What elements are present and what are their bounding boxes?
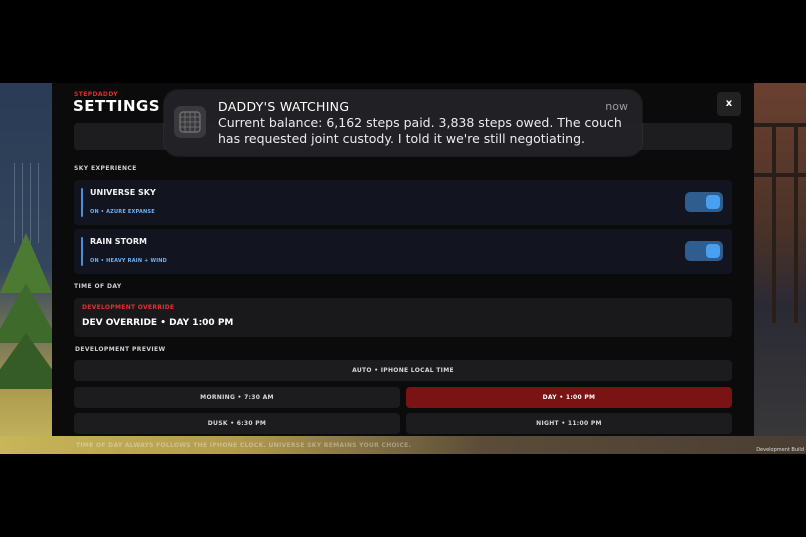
wood-beam: [754, 173, 806, 177]
page-title: SETTINGS: [73, 97, 161, 115]
notification-title: DADDY'S WATCHING: [218, 99, 350, 114]
sky-option-rain-storm[interactable]: RAIN STORM ON • HEAVY RAIN + WIND: [74, 229, 732, 274]
notification-time: now: [605, 100, 628, 113]
wood-beam: [754, 123, 806, 127]
section-label-dev-preview: DEVELOPMENT PREVIEW: [75, 346, 166, 353]
footer-note: TIME OF DAY ALWAYS FOLLOWS THE IPHONE CL…: [76, 442, 412, 449]
dev-override-card: DEVELOPMENT OVERRIDE DEV OVERRIDE • DAY …: [74, 298, 732, 337]
dev-override-value: DEV OVERRIDE • DAY 1:00 PM: [82, 318, 234, 328]
dev-build-label: Development Build: [756, 447, 804, 453]
sky-option-name: UNIVERSE SKY: [90, 188, 156, 197]
wood-post: [772, 123, 776, 323]
wood-post: [794, 123, 798, 323]
preview-dusk-button[interactable]: DUSK • 6:30 PM: [74, 413, 400, 434]
notification-body: Current balance: 6,162 steps paid. 3,838…: [218, 115, 622, 146]
rain-storm-toggle[interactable]: [685, 241, 723, 261]
scenery-left: [0, 83, 66, 454]
notification-banner[interactable]: DADDY'S WATCHING now Current balance: 6,…: [164, 90, 642, 156]
card-accent: [81, 237, 83, 266]
preview-morning-button[interactable]: MORNING • 7:30 AM: [74, 387, 400, 408]
preview-day-button[interactable]: DAY • 1:00 PM: [406, 387, 732, 408]
section-label-time-of-day: TIME OF DAY: [74, 283, 122, 290]
universe-sky-toggle[interactable]: [685, 192, 723, 212]
preview-night-button[interactable]: NIGHT • 11:00 PM: [406, 413, 732, 434]
card-accent: [81, 188, 83, 217]
sky-option-status: ON • AZURE EXPANSE: [90, 209, 155, 215]
dev-override-label: DEVELOPMENT OVERRIDE: [82, 304, 175, 311]
toggle-knob: [706, 244, 720, 258]
sky-option-name: RAIN STORM: [90, 237, 147, 246]
preview-auto-button[interactable]: AUTO • IPHONE LOCAL TIME: [74, 360, 732, 381]
sky-option-status: ON • HEAVY RAIN + WIND: [90, 258, 168, 264]
scenery-right: [754, 83, 806, 454]
toggle-knob: [706, 195, 720, 209]
sky-option-universe-sky[interactable]: UNIVERSE SKY ON • AZURE EXPANSE: [74, 180, 732, 225]
section-label-sky: SKY EXPERIENCE: [74, 165, 137, 172]
app-grid-icon: [174, 106, 206, 138]
rain-streaks: [14, 163, 46, 243]
close-button[interactable]: x: [717, 92, 741, 116]
